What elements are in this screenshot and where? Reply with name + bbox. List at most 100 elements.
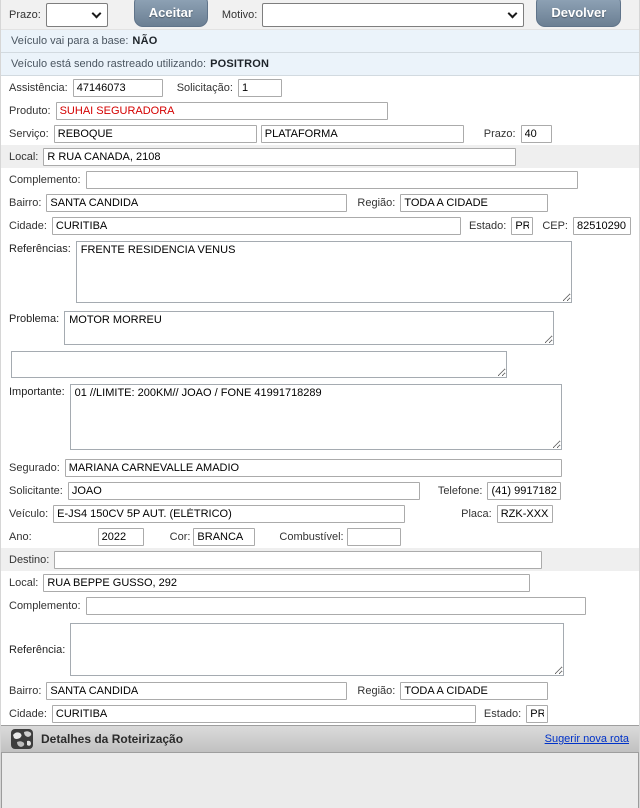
bairro-field[interactable] (46, 194, 347, 212)
servico-tipo-field[interactable] (261, 125, 464, 143)
aceitar-button[interactable]: Aceitar (134, 0, 208, 27)
complemento-label: Complemento: (9, 174, 81, 186)
segurado-field[interactable] (65, 459, 562, 477)
ano-label: Ano: (9, 531, 32, 543)
tracking-info-bar: Veículo está sendo rastreado utilizando:… (1, 53, 639, 76)
sugerir-nova-rota-link[interactable]: Sugerir nova rota (545, 733, 629, 745)
estado-label: Estado: (469, 220, 506, 232)
referencias-textarea[interactable] (76, 241, 572, 303)
referencias-label: Referências: (9, 241, 71, 255)
solicitante-field[interactable] (68, 482, 420, 500)
problema-row: Problema: (1, 307, 639, 347)
cor-field[interactable] (193, 528, 255, 546)
estado-field[interactable] (511, 217, 533, 235)
segurado-label: Segurado: (9, 462, 60, 474)
problema-textarea[interactable] (64, 311, 554, 345)
destino-bairro-row: Bairro: Região: (1, 679, 639, 702)
ano-row: Ano: Cor: Combustível: (1, 525, 639, 548)
motivo-label: Motivo: (222, 9, 257, 21)
prazo-select[interactable] (46, 3, 108, 27)
destino-complemento-label: Complemento: (9, 600, 81, 612)
veiculo-row: Veículo: Placa: (1, 502, 639, 525)
devolver-button[interactable]: Devolver (536, 0, 621, 27)
base-info-value: NÃO (132, 35, 157, 47)
cor-label: Cor: (170, 531, 191, 543)
placa-field[interactable] (497, 505, 553, 523)
tracking-info-label: Veículo está sendo rastreado utilizando: (11, 58, 206, 70)
cidade-field[interactable] (52, 217, 461, 235)
assistencia-row: Assistência: Solicitação: (1, 76, 639, 99)
destino-local-field[interactable] (43, 574, 530, 592)
local-field[interactable] (43, 148, 516, 166)
combustivel-label: Combustível: (279, 531, 343, 543)
complemento-field[interactable] (86, 171, 578, 189)
destino-bairro-label: Bairro: (9, 685, 41, 697)
routing-title: Detalhes da Roteirização (41, 732, 183, 746)
assistencia-field[interactable] (73, 79, 163, 97)
destino-estado-field[interactable] (526, 705, 548, 723)
destino-regiao-field[interactable] (400, 682, 548, 700)
base-info-bar: Veículo vai para a base: NÃO (1, 30, 639, 53)
prazo-label: Prazo: (484, 128, 516, 140)
tracking-info-value: POSITRON (210, 58, 269, 70)
chevron-down-icon (508, 8, 518, 18)
servico-field[interactable] (54, 125, 257, 143)
produto-field[interactable] (56, 102, 388, 120)
destino-referencia-textarea[interactable] (70, 623, 564, 676)
servico-row: Serviço: Prazo: (1, 122, 639, 145)
destino-complemento-row: Complemento: (1, 594, 639, 617)
globe-icon (11, 729, 33, 749)
regiao-label: Região: (357, 197, 395, 209)
destino-bairro-field[interactable] (46, 682, 347, 700)
problema-label: Problema: (9, 311, 59, 325)
toolbar: Prazo: Aceitar Motivo: Devolver (1, 0, 639, 30)
veiculo-label: Veículo: (9, 508, 48, 520)
ano-field[interactable] (98, 528, 144, 546)
observacao-row (1, 347, 639, 380)
cidade-label: Cidade: (9, 220, 47, 232)
routing-details-panel (1, 753, 639, 808)
observacao-textarea[interactable] (11, 351, 507, 378)
referencias-row: Referências: (1, 237, 639, 307)
combustivel-field[interactable] (347, 528, 401, 546)
cep-label: CEP: (542, 220, 568, 232)
motivo-select[interactable] (262, 3, 524, 27)
produto-label: Produto: (9, 105, 51, 117)
servico-label: Serviço: (9, 128, 49, 140)
importante-textarea[interactable] (70, 384, 562, 450)
telefone-label: Telefone: (438, 485, 483, 497)
solicitante-row: Solicitante: Telefone: (1, 479, 639, 502)
destino-cidade-row: Cidade: Estado: (1, 702, 639, 725)
importante-label: Importante: (9, 384, 65, 398)
veiculo-field[interactable] (53, 505, 405, 523)
segurado-row: Segurado: (1, 456, 639, 479)
produto-row: Produto: (1, 99, 639, 122)
destino-estado-label: Estado: (484, 708, 521, 720)
local-row: Local: (1, 145, 639, 168)
importante-row: Importante: (1, 380, 639, 456)
destino-field[interactable] (54, 551, 542, 569)
destino-regiao-label: Região: (357, 685, 395, 697)
destino-complemento-field[interactable] (86, 597, 586, 615)
destino-local-row: Local: (1, 571, 639, 594)
solicitacao-field[interactable] (238, 79, 282, 97)
telefone-field[interactable] (487, 482, 561, 500)
assistance-order-page: Prazo: Aceitar Motivo: Devolver Veículo … (0, 0, 640, 808)
cep-field[interactable] (573, 217, 631, 235)
cidade-row: Cidade: Estado: CEP: (1, 214, 639, 237)
solicitante-label: Solicitante: (9, 485, 63, 497)
regiao-field[interactable] (400, 194, 548, 212)
prazo-field[interactable] (521, 125, 552, 143)
destino-referencia-row: Referência: (1, 617, 639, 679)
routing-header: Detalhes da Roteirização Sugerir nova ro… (1, 725, 639, 753)
destino-cidade-label: Cidade: (9, 708, 47, 720)
bairro-row: Bairro: Região: (1, 191, 639, 214)
bairro-label: Bairro: (9, 197, 41, 209)
destino-referencia-label: Referência: (9, 642, 65, 656)
destino-cidade-field[interactable] (52, 705, 476, 723)
destino-local-label: Local: (9, 577, 38, 589)
complemento-row: Complemento: (1, 168, 639, 191)
destino-row: Destino: (1, 548, 639, 571)
assistencia-label: Assistência: (9, 82, 68, 94)
local-label: Local: (9, 151, 38, 163)
